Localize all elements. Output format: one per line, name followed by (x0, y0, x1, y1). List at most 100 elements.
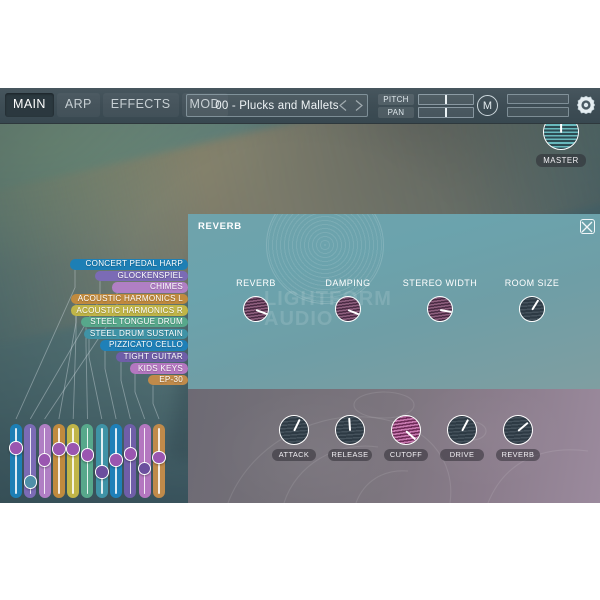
macro-cutoff-knob[interactable] (391, 415, 421, 445)
fader-thumb[interactable] (23, 475, 38, 489)
macro-reverb-label: REVERB (496, 449, 540, 461)
reverb-room-size-control: ROOM SIZE (489, 278, 575, 322)
reverb-stereo-width-knob[interactable] (427, 296, 453, 322)
fader-thumb[interactable] (9, 441, 23, 455)
fader-thumb[interactable] (37, 453, 52, 467)
instrument-name-label: CONCERT PEDAL HARP (85, 259, 183, 269)
reverb-damping-knob[interactable] (335, 296, 361, 322)
screenshot-root: MAIN ARP EFFECTS MOD 00 - Plucks and Mallet… (0, 0, 600, 600)
fader-10[interactable] (137, 424, 152, 498)
fader-3[interactable] (37, 424, 52, 498)
fader-thumb[interactable] (152, 450, 166, 465)
synth-macro-knobs: ATTACK RELEASE CUTOFF DRIVE REVERB (272, 415, 540, 461)
macro-release-label: RELEASE (328, 449, 372, 461)
reverb-stereo-width-label: STEREO WIDTH (402, 278, 478, 288)
fader-9[interactable] (123, 424, 138, 498)
gear-icon[interactable] (575, 94, 597, 116)
macro-release-knob[interactable] (335, 415, 365, 445)
instrument-slot-6[interactable]: STEEL TONGUE DRUM (81, 316, 188, 328)
reverb-reverb-knob[interactable] (243, 296, 269, 322)
instrument-row: ACOUSTIC HARMONICS L (0, 293, 200, 306)
instrument-slot-4[interactable]: ACOUSTIC HARMONICS L (71, 293, 188, 305)
fader-thumb[interactable] (109, 453, 123, 467)
bottom-control-panel: ATTACK RELEASE CUTOFF DRIVE REVERB (188, 389, 600, 503)
instrument-slot-2[interactable]: GLOCKENSPIEL (95, 270, 188, 282)
instrument-slot-5[interactable]: ACOUSTIC HARMONICS R (71, 305, 188, 316)
reverb-fx-panel: LIGHTFORM AUDIO REVERB REVERB DAMPING STERE… (188, 214, 600, 389)
instrument-row: EP-30 (0, 374, 200, 387)
reverb-panel-title: REVERB (198, 221, 242, 232)
tab-main[interactable]: MAIN (5, 93, 54, 117)
instrument-slot-1[interactable]: CONCERT PEDAL HARP (70, 259, 188, 270)
instrument-name-label: CHIMES (150, 282, 183, 292)
instrument-name-label: TIGHT GUITAR (123, 351, 183, 361)
fader-track-line (58, 428, 60, 494)
fader-7[interactable] (95, 424, 109, 498)
instrument-slot-8[interactable]: PIZZICATO CELLO (100, 340, 188, 351)
instrument-row: ACOUSTIC HARMONICS R (0, 305, 200, 317)
macro-reverb-knob[interactable] (503, 415, 533, 445)
reverb-reverb-control: REVERB (213, 278, 299, 322)
master-knob-label: MASTER (536, 154, 586, 168)
preset-name-label: 00 - Plucks and Mallets (215, 99, 339, 112)
instrument-slot-10[interactable]: KIDS KEYS (130, 363, 188, 374)
tab-arp[interactable]: ARP (56, 93, 100, 117)
fader-1[interactable] (9, 424, 23, 498)
fader-4[interactable] (52, 424, 66, 498)
fader-8[interactable] (109, 424, 123, 498)
fader-thumb[interactable] (80, 448, 95, 462)
macro-reverb-control: REVERB (496, 415, 540, 461)
fader-thumb[interactable] (123, 447, 138, 461)
instrument-name-label: PIZZICATO CELLO (108, 340, 183, 350)
fader-6[interactable] (80, 424, 95, 498)
fader-thumb[interactable] (95, 465, 109, 479)
macro-attack-knob[interactable] (279, 415, 309, 445)
reverb-room-size-knob[interactable] (519, 296, 545, 322)
macro-cutoff-label: CUTOFF (384, 449, 428, 461)
reverb-room-size-label: ROOM SIZE (504, 278, 560, 288)
fader-thumb[interactable] (137, 461, 152, 476)
pan-row: PAN (378, 107, 474, 118)
macro-cutoff-control: CUTOFF (384, 415, 428, 461)
fader-thumb[interactable] (66, 442, 80, 456)
instrument-name-label: ACOUSTIC HARMONICS R (76, 305, 183, 315)
midi-learn-button[interactable]: M (477, 95, 498, 116)
pitch-row: PITCH (378, 94, 474, 105)
instrument-row: STEEL TONGUE DRUM (0, 316, 200, 329)
close-icon[interactable] (580, 219, 595, 234)
instrument-mixer-faders (9, 424, 168, 498)
macro-release-control: RELEASE (328, 415, 372, 461)
plugin-window: MAIN ARP EFFECTS MOD 00 - Plucks and Mallet… (0, 88, 600, 503)
reverb-stereo-width-control: STEREO WIDTH (397, 278, 483, 322)
pan-slider-thumb[interactable] (445, 108, 447, 117)
instrument-list: CONCERT PEDAL HARP GLOCKENSPIEL CHIMES ACOU… (0, 259, 200, 387)
reverb-damping-label: DAMPING (325, 278, 371, 288)
fader-track-line (72, 428, 74, 494)
fader-5[interactable] (66, 424, 80, 498)
fader-2[interactable] (23, 424, 38, 498)
preset-nav-arrows-icon[interactable] (338, 99, 364, 112)
fader-track-line (15, 428, 17, 494)
output-meters (507, 94, 569, 120)
instrument-name-label: STEEL TONGUE DRUM (90, 317, 183, 327)
pitch-label: PITCH (378, 94, 414, 105)
instrument-slot-3[interactable]: CHIMES (112, 282, 188, 293)
instrument-row: TIGHT GUITAR (0, 351, 200, 364)
pitch-slider-thumb[interactable] (445, 95, 447, 104)
pan-slider[interactable] (418, 107, 474, 118)
tab-effects[interactable]: EFFECTS (102, 93, 179, 117)
pitch-slider[interactable] (418, 94, 474, 105)
output-meter-right (507, 107, 569, 117)
reverb-damping-control: DAMPING (305, 278, 391, 322)
instrument-slot-9[interactable]: TIGHT GUITAR (116, 351, 188, 363)
fader-thumb[interactable] (52, 442, 66, 456)
instrument-name-label: KIDS KEYS (138, 363, 183, 373)
pan-label: PAN (378, 107, 414, 118)
fader-11[interactable] (152, 424, 166, 498)
instrument-slot-11[interactable]: EP-30 (148, 374, 188, 386)
preset-selector[interactable]: 00 - Plucks and Mallets (186, 94, 368, 117)
instrument-slot-7[interactable]: STEEL DRUM SUSTAIN (84, 328, 188, 340)
macro-drive-label: DRIVE (440, 449, 484, 461)
instrument-name-label: ACOUSTIC HARMONICS L (77, 293, 183, 303)
macro-drive-knob[interactable] (447, 415, 477, 445)
